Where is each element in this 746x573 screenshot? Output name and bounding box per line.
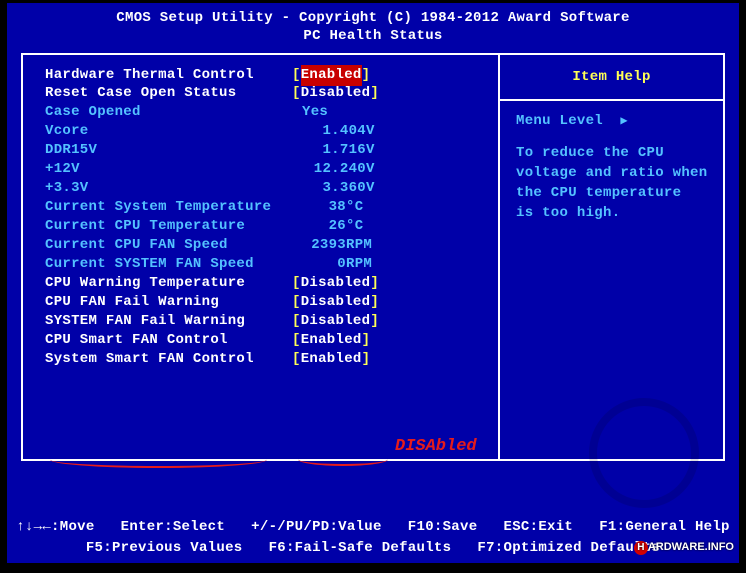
- setting-value-number: 3.360: [292, 179, 366, 198]
- setting-value-unit: °C: [346, 198, 363, 217]
- settings-list[interactable]: Hardware Thermal Control[Enabled]Reset C…: [23, 55, 498, 375]
- help-title: Item Help: [506, 55, 717, 99]
- setting-value[interactable]: Disabled: [301, 84, 371, 103]
- setting-label: Case Opened: [45, 103, 292, 122]
- bracket-right: ]: [370, 312, 379, 331]
- bracket-left: [: [292, 350, 301, 369]
- setting-value-number: 2393: [292, 236, 346, 255]
- setting-row: Case OpenedYes: [45, 103, 492, 122]
- setting-row[interactable]: CPU Smart FAN Control[Enabled]: [45, 331, 492, 350]
- setting-row[interactable]: System Smart FAN Control[Enabled]: [45, 350, 492, 369]
- bracket-left: [: [292, 331, 301, 350]
- bios-screen: CMOS Setup Utility - Copyright (C) 1984-…: [7, 3, 739, 563]
- setting-row: Current CPU FAN Speed2393 RPM: [45, 236, 492, 255]
- setting-row: +3.3V3.360V: [45, 179, 492, 198]
- menu-level-label: Menu Level: [516, 113, 603, 129]
- watermark-h-icon: H: [634, 541, 648, 555]
- bracket-right: ]: [370, 274, 379, 293]
- setting-label: +12V: [45, 160, 292, 179]
- bracket-left: [: [292, 66, 301, 85]
- setting-row[interactable]: SYSTEM FAN Fail Warning[Disabled]: [45, 312, 492, 331]
- bracket-left: [: [292, 312, 301, 331]
- setting-label: CPU FAN Fail Warning: [45, 293, 292, 312]
- setting-value-unit: V: [366, 141, 375, 160]
- setting-label: +3.3V: [45, 179, 292, 198]
- setting-row: DDR15V1.716V: [45, 141, 492, 160]
- setting-value: Yes: [292, 103, 328, 122]
- setting-row: Current CPU Temperature26°C: [45, 217, 492, 236]
- setting-row: Vcore1.404V: [45, 122, 492, 141]
- setting-row[interactable]: CPU FAN Fail Warning[Disabled]: [45, 293, 492, 312]
- setting-value[interactable]: Disabled: [301, 293, 371, 312]
- setting-value-number: 1.404: [292, 122, 366, 141]
- bracket-left: [: [292, 84, 301, 103]
- setting-label: Current CPU Temperature: [45, 217, 292, 236]
- setting-value-unit: V: [366, 179, 375, 198]
- setting-row: Current System Temperature38°C: [45, 198, 492, 217]
- main-panel: Hardware Thermal Control[Enabled]Reset C…: [21, 53, 725, 461]
- menu-level-arrow-icon: ▶: [620, 114, 628, 128]
- bracket-left: [: [292, 293, 301, 312]
- setting-label: SYSTEM FAN Fail Warning: [45, 312, 292, 331]
- setting-label: CPU Smart FAN Control: [45, 331, 292, 350]
- help-text: To reduce the CPU voltage and ratio when…: [506, 137, 717, 229]
- setting-row[interactable]: Reset Case Open Status[Disabled]: [45, 84, 492, 103]
- setting-value[interactable]: Disabled: [301, 274, 371, 293]
- bracket-right: ]: [362, 331, 371, 350]
- bracket-right: ]: [362, 66, 371, 85]
- setting-value-unit: V: [366, 160, 375, 179]
- setting-row[interactable]: CPU Warning Temperature[Disabled]: [45, 274, 492, 293]
- bracket-right: ]: [362, 350, 371, 369]
- setting-value[interactable]: Enabled: [301, 331, 362, 350]
- setting-value-unit: RPM: [346, 236, 372, 255]
- watermark-text: ARDWARE.INFO: [648, 541, 734, 553]
- setting-label: CPU Warning Temperature: [45, 274, 292, 293]
- footer-line-1: ↑↓→←:Move Enter:Select +/-/PU/PD:Value F…: [7, 517, 739, 538]
- footer-line-2: F5:Previous Values F6:Fail-Safe Defaults…: [7, 538, 739, 559]
- setting-value[interactable]: Enabled: [301, 350, 362, 369]
- header-title: CMOS Setup Utility - Copyright (C) 1984-…: [7, 9, 739, 27]
- bracket-right: ]: [370, 84, 379, 103]
- setting-value-unit: °C: [346, 217, 363, 236]
- setting-value-number: 12.240: [292, 160, 366, 179]
- setting-label: System Smart FAN Control: [45, 350, 292, 369]
- bios-header: CMOS Setup Utility - Copyright (C) 1984-…: [7, 3, 739, 45]
- setting-label: Vcore: [45, 122, 292, 141]
- setting-value[interactable]: Enabled: [301, 65, 362, 86]
- watermark: HARDWARE.INFO: [634, 541, 734, 555]
- footer-hints: ↑↓→←:Move Enter:Select +/-/PU/PD:Value F…: [7, 517, 739, 559]
- menu-level: Menu Level ▶: [506, 99, 717, 137]
- setting-value-number: 1.716: [292, 141, 366, 160]
- header-subtitle: PC Health Status: [7, 27, 739, 45]
- watermark-circle: [589, 398, 699, 508]
- setting-label: Current CPU FAN Speed: [45, 236, 292, 255]
- bracket-left: [: [292, 274, 301, 293]
- setting-label: DDR15V: [45, 141, 292, 160]
- setting-row: +12V12.240V: [45, 160, 492, 179]
- setting-value-number: 26: [292, 217, 346, 236]
- help-pane: Item Help Menu Level ▶ To reduce the CPU…: [500, 55, 723, 229]
- setting-row: Current SYSTEM FAN Speed0 RPM: [45, 255, 492, 274]
- setting-value-number: 38: [292, 198, 346, 217]
- setting-label: Current SYSTEM FAN Speed: [45, 255, 292, 274]
- setting-label: Current System Temperature: [45, 198, 292, 217]
- setting-row[interactable]: Hardware Thermal Control[Enabled]: [45, 65, 492, 84]
- setting-label: Hardware Thermal Control: [45, 66, 292, 85]
- setting-value-unit: V: [366, 122, 375, 141]
- setting-value-unit: RPM: [346, 255, 372, 274]
- bracket-right: ]: [370, 293, 379, 312]
- setting-value[interactable]: Disabled: [301, 312, 371, 331]
- setting-label: Reset Case Open Status: [45, 84, 292, 103]
- setting-value-number: 0: [292, 255, 346, 274]
